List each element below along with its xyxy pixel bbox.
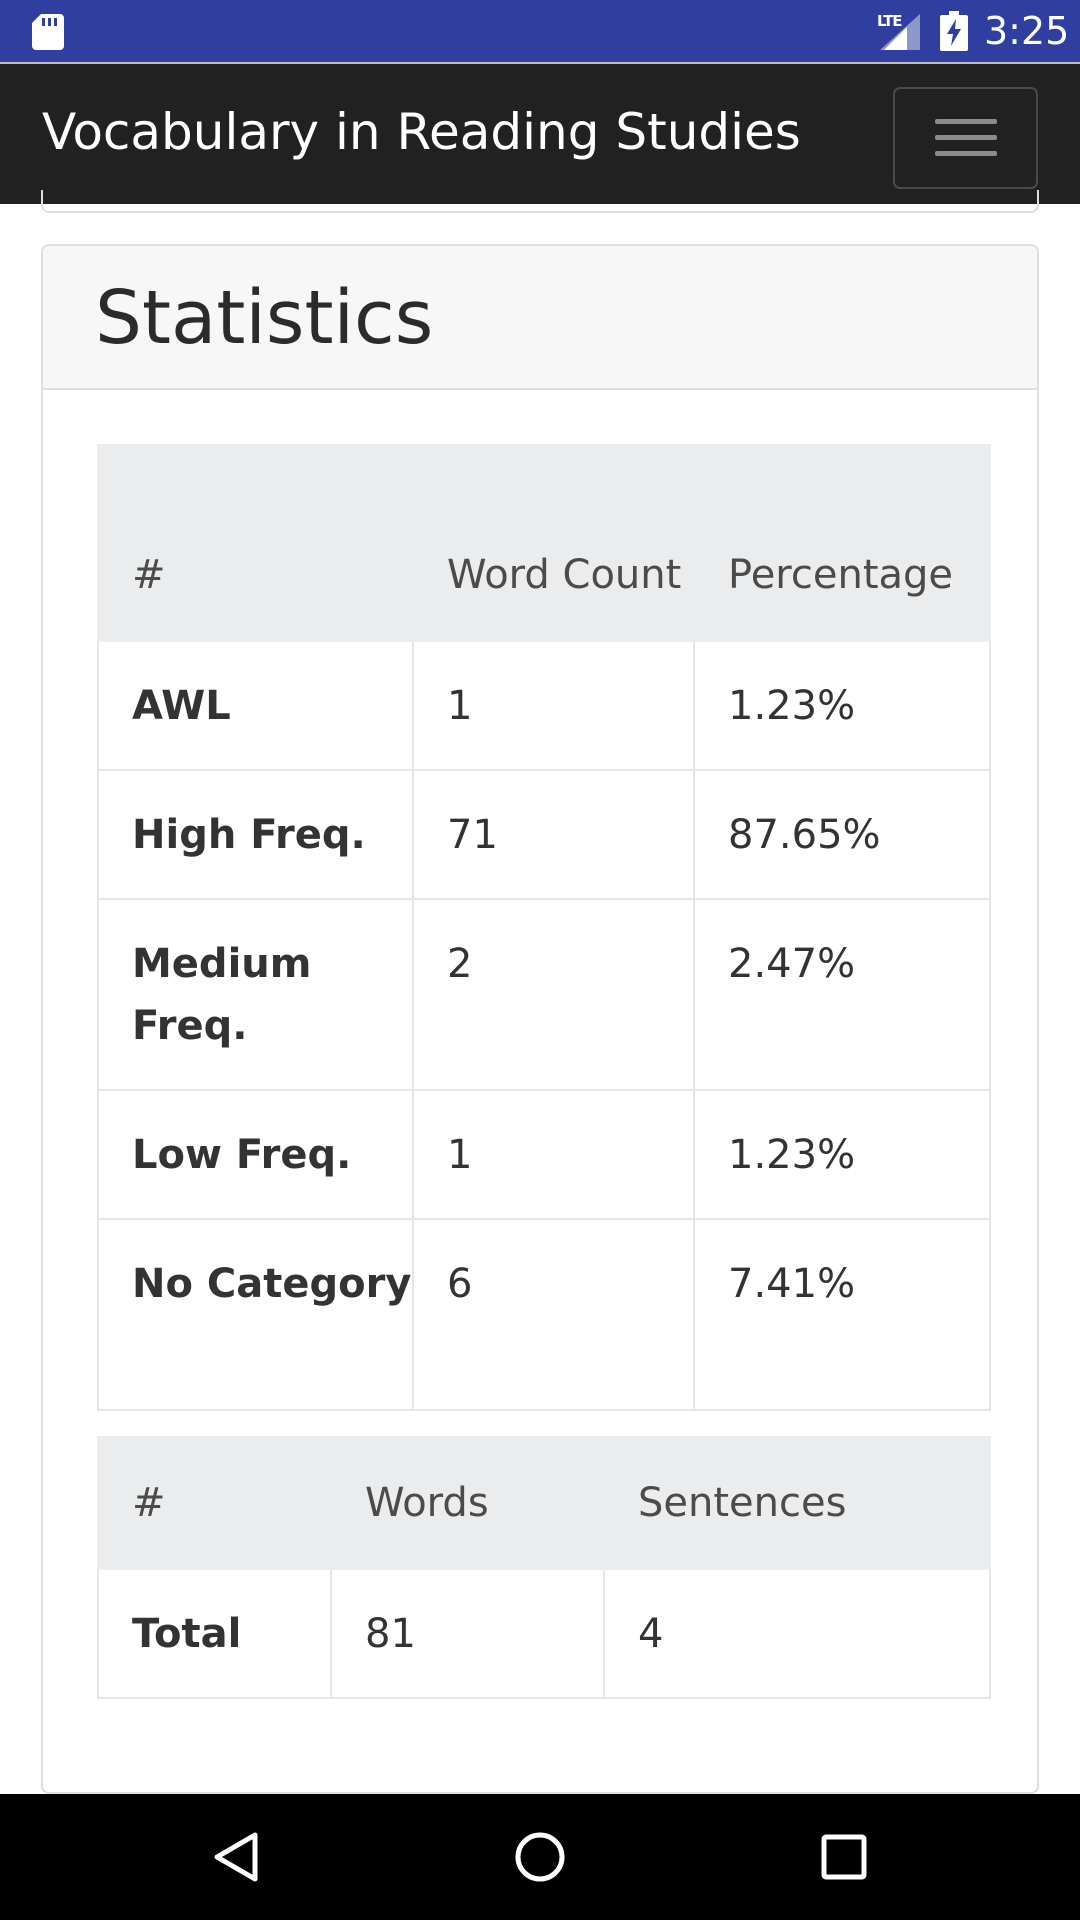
home-icon — [515, 1832, 565, 1882]
row-label: AWL — [97, 640, 414, 771]
words-cell: 81 — [330, 1568, 605, 1699]
word-count-cell: 1 — [412, 640, 695, 771]
percentage-cell: 1.23% — [693, 640, 991, 771]
column-header-word-count: Word Count — [412, 444, 695, 642]
word-count-cell: 1 — [412, 1089, 695, 1220]
battery-charging-icon — [940, 11, 968, 51]
table-header-row: # Word Count Percentage — [97, 444, 991, 642]
sentences-cell: 4 — [603, 1568, 991, 1699]
column-header-percentage: Percentage — [693, 444, 991, 642]
percentage-cell: 7.41% — [693, 1218, 991, 1411]
clock: 3:25 — [984, 9, 1070, 53]
navbar: Vocabulary in Reading Studies — [0, 62, 1080, 204]
back-icon — [214, 1832, 258, 1882]
column-header-number: # — [97, 1436, 332, 1570]
totals-table: # Words Sentences Total 81 4 — [97, 1436, 991, 1699]
table-row: No Category 6 7.41% — [97, 1218, 991, 1411]
card-header: Statistics — [43, 246, 1037, 390]
home-button[interactable] — [460, 1794, 620, 1920]
table-row: AWL 1 1.23% — [97, 640, 991, 771]
word-count-cell: 6 — [412, 1218, 695, 1411]
column-header-sentences: Sentences — [603, 1436, 991, 1570]
table-row: Medium Freq. 2 2.47% — [97, 898, 991, 1091]
card-title: Statistics — [95, 275, 434, 361]
row-label: No Category — [97, 1218, 414, 1411]
word-count-cell: 2 — [412, 898, 695, 1091]
column-header-number: # — [97, 444, 414, 642]
status-bar: LTE 3:25 — [0, 0, 1080, 62]
percentage-cell: 87.65% — [693, 769, 991, 900]
recents-icon — [821, 1834, 867, 1880]
hamburger-menu-icon — [935, 119, 997, 157]
row-label: Total — [97, 1568, 332, 1699]
signal-icon — [880, 14, 920, 50]
statistics-card: Statistics # Word Count Percentage AWL 1 — [41, 244, 1039, 1794]
word-count-cell: 71 — [412, 769, 695, 900]
row-label: Low Freq. — [97, 1089, 414, 1220]
sd-card-icon — [32, 14, 64, 50]
screen: LTE 3:25 Vocabulary in Reading Studies S… — [0, 0, 1080, 1920]
table-row: High Freq. 71 87.65% — [97, 769, 991, 900]
table-row: Total 81 4 — [97, 1568, 991, 1699]
menu-toggle-button[interactable] — [893, 87, 1038, 189]
previous-card-edge — [41, 190, 1039, 213]
percentage-cell: 1.23% — [693, 1089, 991, 1220]
back-button[interactable] — [156, 1794, 316, 1920]
row-label: Medium Freq. — [97, 898, 414, 1091]
table-row: Low Freq. 1 1.23% — [97, 1089, 991, 1220]
percentage-cell: 2.47% — [693, 898, 991, 1091]
column-header-words: Words — [330, 1436, 605, 1570]
recents-button[interactable] — [764, 1794, 924, 1920]
category-stats-table: # Word Count Percentage AWL 1 1.23% High… — [97, 444, 991, 1411]
system-navigation-bar — [0, 1794, 1080, 1920]
table-header-row: # Words Sentences — [97, 1436, 991, 1570]
navbar-brand[interactable]: Vocabulary in Reading Studies — [42, 104, 801, 160]
row-label: High Freq. — [97, 769, 414, 900]
